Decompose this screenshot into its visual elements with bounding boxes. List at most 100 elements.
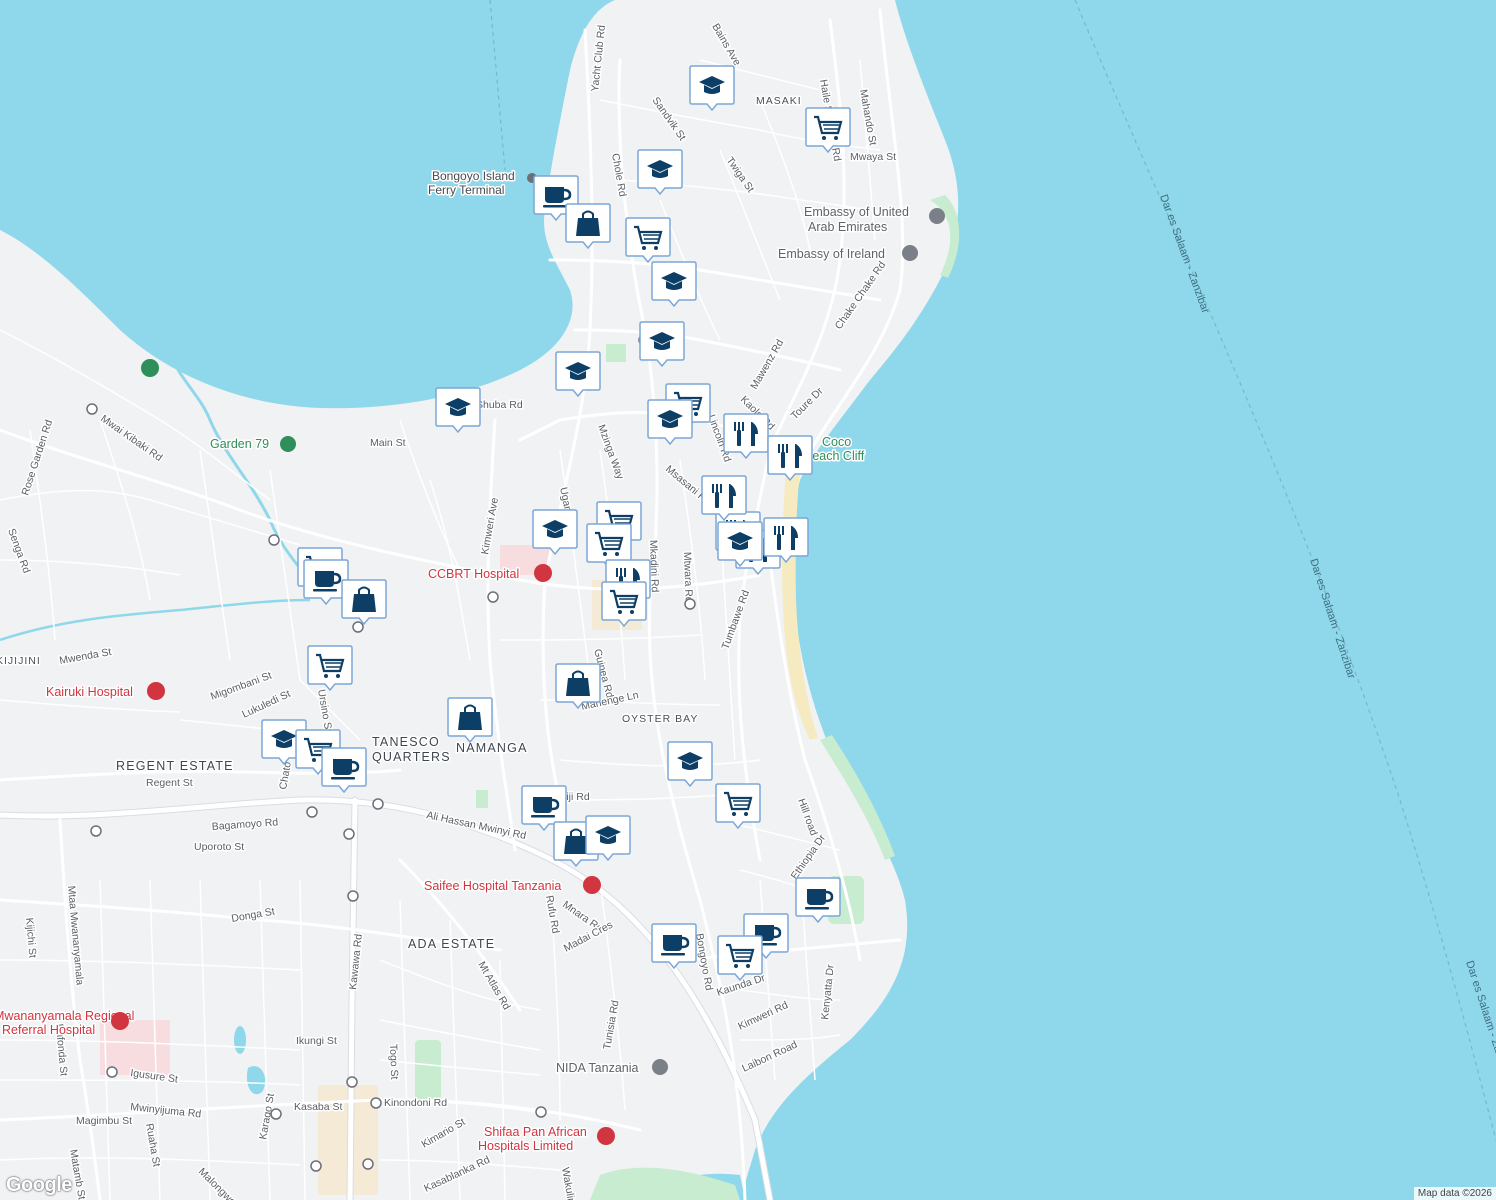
map-marker-school[interactable] [637,149,683,195]
map-marker-school[interactable] [651,261,697,307]
ferry-terminal-label: Bongoyo Island [432,169,515,183]
map-marker-shop[interactable] [341,579,387,625]
street-label: Regent St [146,777,193,789]
street-label: Kasaba St [294,1101,343,1113]
bus-stop-icon[interactable] [343,828,355,840]
map-marker-grocery[interactable] [307,645,353,691]
area-label: REGENT ESTATE [116,759,234,773]
hospital-icon[interactable] [147,682,165,700]
area-label: MASAKI [756,95,802,107]
street-label: Shuba Rd [476,399,523,411]
embassy-icon[interactable] [902,245,918,261]
marker-pin [717,935,763,981]
bus-stop-icon[interactable] [352,621,364,633]
map-marker-restaurant[interactable] [723,413,769,459]
map-marker-restaurant[interactable] [767,435,813,481]
tree-icon[interactable] [141,359,159,377]
google-logo: Google [6,1174,72,1196]
map-marker-grocery[interactable] [805,107,851,153]
bus-stop-icon[interactable] [347,890,359,902]
map-attribution[interactable]: Map data ©2026 [1413,1187,1496,1200]
hospital-label: CCBRT Hospital [428,567,519,581]
map-marker-school[interactable] [532,509,578,555]
garden-label: Garden 79 [210,437,269,451]
map-marker-school[interactable] [639,321,685,367]
street-label: Mwaya St [850,151,896,163]
map-marker-grocery[interactable] [601,581,647,627]
bus-stop-icon[interactable] [268,534,280,546]
hospital-icon[interactable] [534,564,552,582]
bus-stop-icon[interactable] [86,403,98,415]
hospital-label: Saifee Hospital Tanzania [424,879,561,893]
marker-pin [601,581,647,627]
bus-stop-icon[interactable] [684,598,696,610]
park [415,1040,441,1100]
area-label: TANESCO [372,735,440,749]
bus-stop-icon[interactable] [487,591,499,603]
street-label: Mtwara Rd [681,552,695,603]
bus-stop-icon[interactable] [310,1160,322,1172]
marker-pin [701,475,747,521]
bus-stop-icon[interactable] [106,1066,118,1078]
street-label: Uporoto St [194,841,244,853]
park [476,790,488,808]
marker-pin [723,413,769,459]
bus-stop-icon[interactable] [370,1097,382,1109]
embassy-label: Embassy of United [804,205,909,219]
map-marker-cafe[interactable] [651,923,697,969]
garden-icon[interactable] [280,436,296,452]
hospital-icon[interactable] [111,1012,129,1030]
marker-pin [625,217,671,263]
bus-stop-icon[interactable] [362,1158,374,1170]
map-marker-shop[interactable] [555,663,601,709]
map-marker-restaurant[interactable] [701,475,747,521]
street-label: Kinondoni Rd [384,1097,447,1109]
area-label: ADA ESTATE [408,937,495,951]
hospital-label: Kairuki Hospital [46,685,133,699]
embassy-label: Embassy of Ireland [778,247,885,261]
bus-stop-icon[interactable] [346,1076,358,1088]
area-label: OYSTER BAY [622,713,698,725]
bus-stop-icon[interactable] [535,1106,547,1118]
hospital-icon[interactable] [597,1127,615,1145]
map-marker-shop[interactable] [565,203,611,249]
street-label: Main St [370,437,406,449]
marker-pin [715,783,761,829]
hospital-label: Hospitals Limited [478,1139,573,1153]
map-marker-cafe[interactable] [321,747,367,793]
pond [234,1026,246,1054]
map-marker-school[interactable] [647,399,693,445]
map-canvas[interactable]: Yacht Club Rd Bains Ave Sandvik St Haile… [0,0,1496,1200]
hospital-icon[interactable] [583,876,601,894]
area-label: QUARTERS [372,750,451,764]
map-marker-school[interactable] [689,65,735,111]
street-label: Magimbu St [76,1115,132,1127]
map-marker-grocery[interactable] [715,783,761,829]
map-marker-cafe[interactable] [795,877,841,923]
park [606,344,626,362]
map-marker-school[interactable] [717,521,763,567]
park-label: Beach Cliff [804,449,865,463]
institution-icon[interactable] [652,1059,668,1075]
ferry-terminal-label: Ferry Terminal [428,183,504,197]
street-label: Togo St [387,1044,400,1080]
marker-pin [763,517,809,563]
marker-pin [805,107,851,153]
bus-stop-icon[interactable] [306,806,318,818]
bus-stop-icon[interactable] [270,1108,282,1120]
map-marker-shop[interactable] [447,697,493,743]
map-marker-school[interactable] [667,741,713,787]
embassy-icon[interactable] [929,208,945,224]
hospital-label: Shifaa Pan African [484,1125,587,1139]
map-marker-grocery[interactable] [717,935,763,981]
bus-stop-icon[interactable] [372,798,384,810]
map-marker-grocery[interactable] [625,217,671,263]
embassy-label: Arab Emirates [808,220,887,234]
area-label: KIJIJINI [0,655,41,667]
map-marker-school[interactable] [585,815,631,861]
bus-stop-icon[interactable] [90,825,102,837]
map-marker-restaurant[interactable] [763,517,809,563]
map-marker-school[interactable] [555,351,601,397]
map-marker-school[interactable] [435,387,481,433]
marker-pin [767,435,813,481]
